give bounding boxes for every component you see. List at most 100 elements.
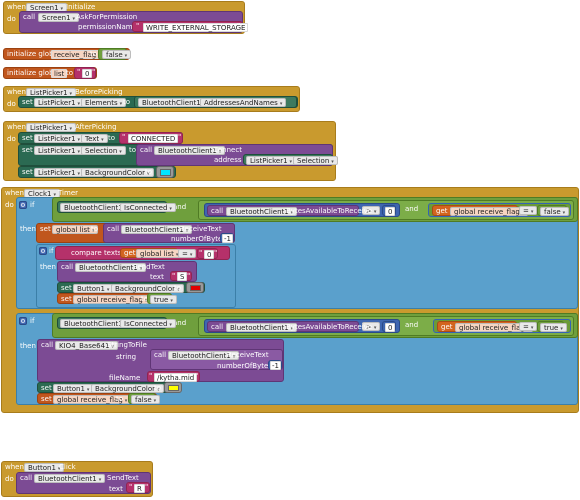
string-value[interactable]: 0 <box>82 69 93 78</box>
color-block-cyan[interactable] <box>156 166 174 178</box>
bluetooth-addresses-getter[interactable]: BluetoothClient1▾ . AddressesAndNames▾ <box>134 96 297 108</box>
string-value[interactable]: /kytha.mid <box>154 373 198 382</box>
text-literal-block[interactable]: " 0 " <box>74 67 96 79</box>
component-dropdown[interactable]: BluetoothClient1▾ <box>34 474 106 483</box>
color-swatch[interactable] <box>168 385 179 391</box>
property-dropdown[interactable]: BackgroundColor ▾ <box>111 284 184 293</box>
then-keyword: then <box>20 225 36 233</box>
call-bytes-available-block[interactable]: call BluetoothClient1 ▾ BytesAvailableToR… <box>207 321 372 332</box>
numberofbytes-label: numberOfBytes <box>171 235 226 243</box>
number-value[interactable]: -1 <box>222 234 233 243</box>
text-literal-block[interactable]: " R " <box>126 482 150 493</box>
boolean-false-block[interactable]: false ▾ <box>128 393 161 404</box>
then-keyword: then <box>20 342 36 350</box>
property-dropdown[interactable]: AddressesAndNames ▾ <box>200 98 287 107</box>
component-dropdown[interactable]: ListPicker1 ▾ <box>246 156 297 165</box>
get-keyword: get <box>124 249 136 257</box>
call-receive-text-block[interactable]: call BluetoothClient1 ▾ ReceiveText numbe… <box>103 223 235 243</box>
bluetooth-isconnected-getter[interactable]: BluetoothClient1▾ IsConnected▾ <box>57 201 176 213</box>
boolean-true-block[interactable]: true ▾ <box>147 293 177 304</box>
set-listpicker-bgcolor-block[interactable]: set ListPicker1 ▾ . BackgroundColor ▾ to <box>18 166 176 178</box>
variable-dropdown[interactable]: global receive_flag▾ <box>73 295 152 304</box>
number-zero-block[interactable]: 0 <box>382 321 396 332</box>
method-name: StringToFile <box>107 341 147 349</box>
property-dropdown[interactable]: Selection ▾ <box>81 146 126 155</box>
text-literal-block[interactable]: " CONNECTED " <box>119 132 183 144</box>
text-literal-block[interactable]: " WRITE_EXTERNAL_STORAGE " <box>132 21 249 32</box>
call-keyword: call <box>140 146 153 154</box>
listpicker-selection-getter[interactable]: ListPicker1 ▾ Selection ▾ <box>243 154 338 165</box>
do-keyword: do <box>7 100 16 108</box>
gear-icon[interactable]: ⚙ <box>39 247 47 255</box>
call-receive-text-block[interactable]: call BluetoothClient1 ▾ ReceiveText numbe… <box>150 349 283 370</box>
do-keyword: do <box>5 201 14 209</box>
set-keyword: set <box>61 295 72 303</box>
text-literal-block[interactable]: " S " <box>170 271 192 281</box>
boolean-dropdown[interactable]: false ▾ <box>102 50 132 59</box>
boolean-false-block[interactable]: false ▾ <box>537 205 570 216</box>
string-value[interactable]: R <box>134 484 145 493</box>
component-dropdown[interactable]: BluetoothClient1▾ <box>138 98 210 107</box>
set-button1-bgcolor-yellow[interactable]: set Button1 ▾ BackgroundColor ▾ to <box>37 382 181 393</box>
event-name: BeforePicking <box>75 88 123 96</box>
text-label: text <box>150 273 164 281</box>
number-minus-one-block[interactable]: -1 <box>220 233 234 243</box>
variable-dropdown[interactable]: global list▾ <box>136 249 183 258</box>
operator-dropdown[interactable]: = ▾ <box>519 206 538 215</box>
boolean-dropdown[interactable]: false ▾ <box>540 207 570 216</box>
color-swatch[interactable] <box>160 169 171 176</box>
boolean-false-block[interactable]: false ▾ <box>98 48 132 60</box>
to-keyword: to <box>108 134 116 142</box>
operator-dropdown[interactable]: = ▾ <box>519 322 538 331</box>
boolean-dropdown[interactable]: true ▾ <box>150 295 177 304</box>
text-literal-block[interactable]: " /kytha.mid " <box>147 371 200 382</box>
bluetooth-isconnected-getter[interactable]: BluetoothClient1▾ IsConnected▾ <box>57 317 176 329</box>
string-value[interactable]: CONNECTED <box>128 134 179 143</box>
number-value[interactable]: 0 <box>385 207 396 216</box>
component-dropdown[interactable]: Button1 ▾ <box>53 384 94 393</box>
property-dropdown[interactable]: Elements ▾ <box>81 98 127 107</box>
to-keyword: to <box>116 395 124 403</box>
to-keyword: to <box>91 225 99 233</box>
and-keyword: and <box>405 321 419 329</box>
text-literal-block[interactable]: " 0 " <box>197 248 218 259</box>
property-dropdown[interactable]: IsConnected ▾ <box>120 203 176 212</box>
boolean-dropdown[interactable]: true ▾ <box>540 323 567 332</box>
operator-dropdown[interactable]: = ▾ <box>178 249 197 258</box>
property-dropdown[interactable]: Selection ▾ <box>293 156 338 165</box>
property-dropdown[interactable]: Text ▾ <box>81 134 108 143</box>
number-zero-block[interactable]: 0 <box>382 205 396 216</box>
color-block-red[interactable] <box>186 282 204 293</box>
component-dropdown[interactable]: Button1 ▾ <box>73 284 114 293</box>
property-dropdown[interactable]: BackgroundColor ▾ <box>91 384 164 393</box>
when-keyword: when <box>5 189 24 197</box>
variable-name[interactable]: list <box>51 69 68 78</box>
string-value[interactable]: WRITE_EXTERNAL_STORAGE <box>143 23 249 32</box>
property-dropdown[interactable]: BackgroundColor ▾ <box>81 168 154 177</box>
number-value[interactable]: 0 <box>385 323 396 332</box>
get-receive-flag-block[interactable]: get global receive_flag▾ <box>432 205 529 216</box>
to-keyword: to <box>145 168 153 176</box>
string-value[interactable]: S <box>177 272 188 281</box>
component-dropdown[interactable]: Screen1 ▾ <box>38 13 80 22</box>
property-dropdown[interactable]: IsConnected ▾ <box>120 319 176 328</box>
get-receive-flag-block[interactable]: get global receive_flag▾ <box>437 321 534 332</box>
string-value[interactable]: 0 <box>204 250 215 259</box>
if-keyword: if <box>30 317 35 325</box>
then-keyword: then <box>40 263 56 271</box>
number-value[interactable]: -1 <box>270 361 281 370</box>
component-dropdown[interactable]: ListPicker1 ▾ <box>26 123 77 132</box>
call-bytes-available-block[interactable]: call BluetoothClient1 ▾ BytesAvailableToR… <box>207 205 372 216</box>
color-block-yellow[interactable] <box>164 382 182 393</box>
variable-dropdown[interactable]: global receive_flag▾ <box>450 207 529 216</box>
color-swatch[interactable] <box>190 285 201 291</box>
get-global-list-block[interactable]: get global list▾ <box>120 248 183 258</box>
boolean-true-block[interactable]: true ▾ <box>537 321 567 332</box>
set-button1-bgcolor-red[interactable]: set Button1 ▾ BackgroundColor ▾ to <box>57 282 205 293</box>
event-name: Initialize <box>66 3 96 11</box>
number-minus-one-block[interactable]: -1 <box>268 360 282 370</box>
set-keyword: set <box>61 284 72 292</box>
boolean-dropdown[interactable]: false ▾ <box>131 395 161 404</box>
gear-icon[interactable]: ⚙ <box>19 201 27 209</box>
gear-icon[interactable]: ⚙ <box>19 317 27 325</box>
